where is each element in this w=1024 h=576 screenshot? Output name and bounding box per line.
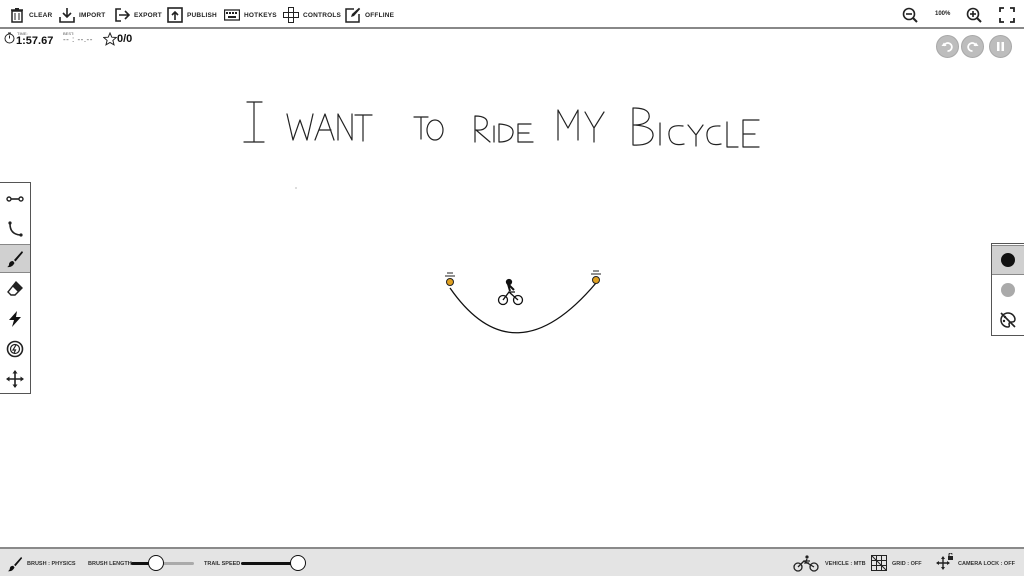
publish-label: PUBLISH (187, 11, 217, 19)
import-button[interactable]: IMPORT (59, 5, 105, 25)
edit-icon (345, 7, 361, 23)
zoom-level: 100% (935, 11, 951, 17)
zoom-out-button[interactable] (902, 5, 918, 25)
color-physics[interactable] (992, 245, 1024, 275)
tool-brush[interactable] (0, 244, 30, 273)
tool-boost[interactable] (0, 334, 30, 363)
target-left[interactable] (445, 272, 455, 286)
black-circle-icon (1001, 253, 1015, 267)
scenery-dot (295, 187, 297, 189)
download-icon (59, 8, 75, 23)
bottom-bar: BRUSH : PHYSICS BRUSH LENGTH TRAIL SPEED… (0, 547, 1024, 576)
brush-length-label: BRUSH LENGTH (88, 561, 132, 567)
left-toolbar (0, 182, 31, 394)
tool-eraser[interactable] (0, 274, 30, 303)
fullscreen-icon (999, 7, 1015, 23)
upload-icon (167, 7, 183, 23)
palette-off-icon (1000, 312, 1016, 328)
curve-icon (8, 220, 23, 237)
track-canvas[interactable] (0, 30, 1024, 547)
right-toolbar (991, 243, 1024, 336)
brush-length-knob[interactable] (148, 555, 164, 571)
tool-straight-line[interactable] (0, 184, 30, 213)
fullscreen-button[interactable] (999, 5, 1015, 25)
toggle-color-button[interactable] (992, 305, 1024, 335)
bike-icon (793, 555, 819, 572)
physics-track-line (449, 282, 597, 334)
top-toolbar: CLEAR IMPORT EXPORT PUBLISH HOTKEYS CONT… (0, 0, 1024, 29)
hotkeys-button[interactable]: HOTKEYS (224, 5, 277, 25)
brush-icon (7, 250, 23, 267)
move-icon (6, 369, 24, 388)
trash-icon (11, 8, 23, 23)
trail-speed-knob[interactable] (290, 555, 306, 571)
camera-lock-label[interactable]: CAMERA LOCK : OFF (958, 561, 1015, 567)
zoom-in-button[interactable] (966, 5, 982, 25)
brush-icon (7, 556, 23, 572)
tool-curve[interactable] (0, 214, 30, 243)
straight-line-icon (6, 195, 24, 202)
vehicle-label[interactable]: VEHICLE : MTB (825, 561, 866, 567)
grid-icon (871, 555, 887, 571)
grid-label[interactable]: GRID : OFF (892, 561, 922, 567)
offline-label: OFFLINE (365, 11, 395, 19)
keyboard-icon (224, 9, 240, 21)
tool-lightning[interactable] (0, 304, 30, 333)
controls-button[interactable]: CONTROLS (283, 5, 341, 25)
zoom-out-icon (902, 7, 918, 23)
clear-button[interactable]: CLEAR (9, 5, 52, 25)
zoom-in-icon (966, 7, 982, 23)
trail-speed-label: TRAIL SPEED (204, 561, 241, 567)
tool-move[interactable] (0, 364, 30, 393)
boost-icon (6, 340, 24, 357)
controls-label: CONTROLS (303, 11, 342, 19)
publish-button[interactable]: PUBLISH (167, 5, 217, 25)
dpad-icon (283, 7, 299, 23)
eraser-icon (7, 280, 23, 296)
export-button[interactable]: EXPORT (114, 5, 162, 25)
hotkeys-label: HOTKEYS (244, 11, 277, 19)
target-right[interactable] (591, 270, 601, 284)
lightning-icon (9, 310, 21, 327)
brush-mode-label: BRUSH : PHYSICS (27, 561, 76, 567)
gray-circle-icon (1001, 283, 1015, 297)
rider-bike (497, 278, 524, 306)
export-icon (115, 8, 130, 22)
track-title-handwriting (243, 101, 760, 148)
export-label: EXPORT (134, 11, 162, 19)
import-label: IMPORT (79, 11, 106, 19)
color-scenery[interactable] (992, 275, 1024, 305)
clear-label: CLEAR (29, 11, 53, 19)
offline-button[interactable]: OFFLINE (345, 5, 394, 25)
camera-lock-icon (936, 553, 953, 570)
